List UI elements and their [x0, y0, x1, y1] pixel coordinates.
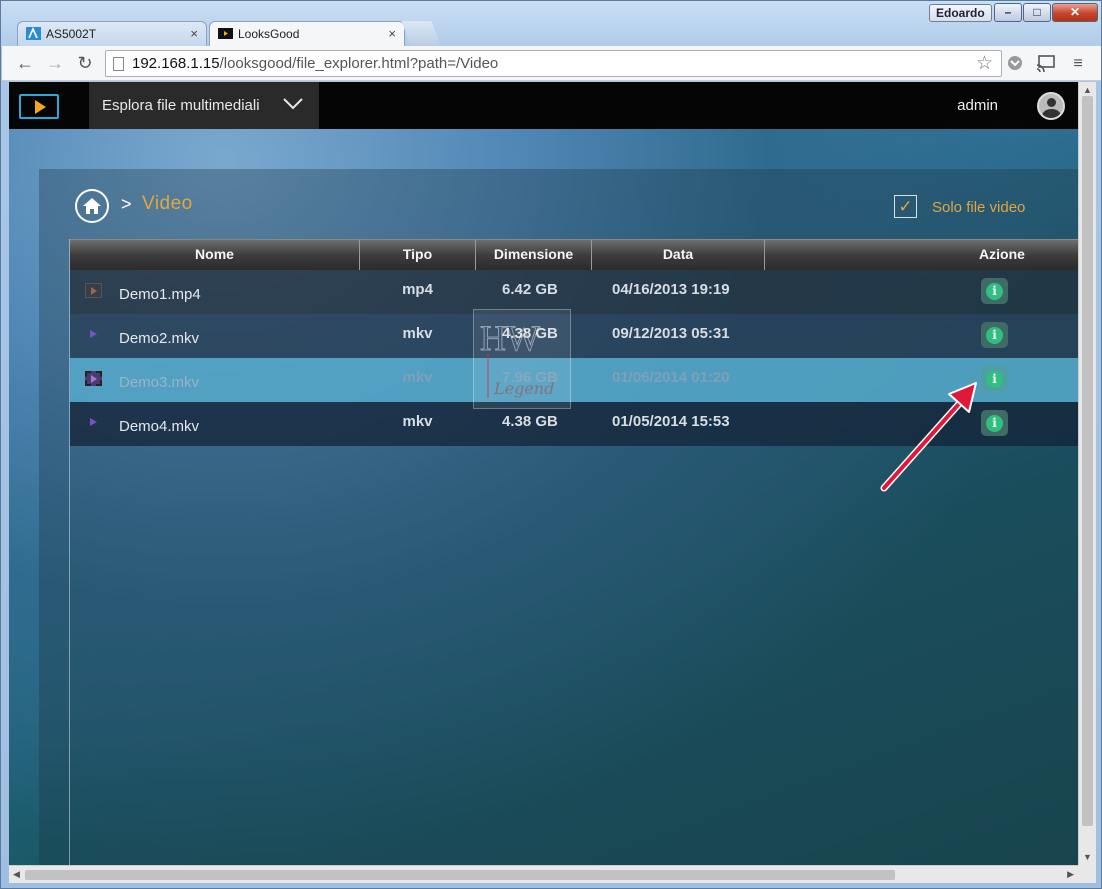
- asustor-icon: [26, 27, 41, 40]
- table-row[interactable]: Demo1.mp4 mp4 6.42 GB 04/16/2013 19:19 i: [70, 270, 1078, 314]
- horizontal-scroll-thumb[interactable]: [25, 870, 895, 880]
- tab-looksgood[interactable]: LooksGood ×: [209, 21, 405, 47]
- close-tab-icon[interactable]: ×: [190, 22, 198, 46]
- video-only-label: Solo file video: [932, 199, 1026, 216]
- info-icon: i: [986, 415, 1003, 432]
- play-icon: [85, 415, 102, 430]
- svg-text:HW: HW: [480, 318, 540, 358]
- info-icon: i: [986, 371, 1003, 388]
- page-icon: [113, 57, 124, 71]
- info-button[interactable]: i: [981, 410, 1008, 436]
- column-header-azione: Azione: [979, 246, 1025, 262]
- file-type: mp4: [402, 281, 433, 298]
- page-viewport: Esplora file multimediali admin > Video …: [9, 82, 1078, 865]
- browser-window: Edoardo – □ ✕ AS5002T × LooksGood × ← → …: [0, 0, 1102, 889]
- tab-label: LooksGood: [238, 27, 300, 41]
- profile-badge[interactable]: Edoardo: [929, 4, 992, 22]
- watermark-logo: HW Legend: [473, 309, 571, 409]
- url-text: 192.168.1.15/looksgood/file_explorer.htm…: [132, 55, 499, 72]
- title-bar: Edoardo – □ ✕ AS5002T × LooksGood ×: [1, 1, 1101, 47]
- column-header-dimensione[interactable]: Dimensione: [476, 240, 592, 270]
- info-button[interactable]: i: [981, 322, 1008, 348]
- file-date: 01/05/2014 15:53: [612, 413, 730, 430]
- column-header-tipo[interactable]: Tipo: [360, 240, 476, 270]
- scroll-up-icon[interactable]: ▲: [1083, 85, 1092, 95]
- breadcrumb-separator: >: [121, 194, 132, 214]
- user-avatar-icon[interactable]: [1037, 92, 1065, 120]
- file-type: mkv: [402, 413, 433, 430]
- back-icon[interactable]: ←: [14, 52, 36, 74]
- file-type: mkv: [402, 369, 433, 386]
- address-bar[interactable]: 192.168.1.15/looksgood/file_explorer.htm…: [105, 50, 1002, 77]
- file-date: 04/16/2013 19:19: [612, 281, 730, 298]
- vertical-scroll-thumb[interactable]: [1082, 96, 1093, 826]
- close-tab-icon[interactable]: ×: [388, 22, 396, 46]
- table-row-selected[interactable]: Demo3.mkv mkv 7.96 GB 01/06/2014 01:20 i: [70, 358, 1078, 402]
- menu-icon[interactable]: ≡: [1068, 54, 1088, 74]
- file-type: mkv: [402, 325, 433, 342]
- extension-icon[interactable]: [1005, 54, 1025, 74]
- info-button[interactable]: i: [981, 366, 1008, 392]
- new-tab-button[interactable]: [401, 21, 441, 46]
- file-name[interactable]: Demo3.mkv: [119, 361, 199, 405]
- tab-as5002t[interactable]: AS5002T ×: [17, 21, 207, 46]
- module-dropdown[interactable]: Esplora file multimediali: [89, 82, 319, 129]
- breadcrumb-current: Video: [142, 193, 193, 214]
- scroll-right-icon[interactable]: ▶: [1067, 869, 1074, 880]
- table-header: Nome Tipo Dimensione Data Azione: [70, 239, 1078, 270]
- video-only-checkbox[interactable]: ✓: [894, 195, 917, 218]
- file-date: 01/06/2014 01:20: [612, 369, 730, 386]
- table-row[interactable]: Demo4.mkv mkv 4.38 GB 01/05/2014 15:53 i: [70, 402, 1078, 446]
- scroll-left-icon[interactable]: ◀: [13, 869, 20, 880]
- vertical-scrollbar[interactable]: ▲ ▼: [1078, 82, 1096, 865]
- file-size: 6.42 GB: [502, 281, 558, 298]
- film-icon: [85, 371, 102, 386]
- play-icon: [85, 327, 102, 342]
- browser-toolbar: ← → ↻ 192.168.1.15/looksgood/file_explor…: [2, 46, 1101, 81]
- file-name[interactable]: Demo1.mp4: [119, 273, 201, 317]
- module-label: Esplora file multimediali: [102, 97, 260, 114]
- info-button[interactable]: i: [981, 278, 1008, 304]
- column-header-data[interactable]: Data: [592, 240, 765, 270]
- maximize-button[interactable]: □: [1023, 3, 1051, 22]
- file-name[interactable]: Demo2.mkv: [119, 317, 199, 361]
- video-file-icon: [85, 283, 102, 298]
- file-name[interactable]: Demo4.mkv: [119, 405, 199, 449]
- info-icon: i: [986, 283, 1003, 300]
- reload-icon[interactable]: ↻: [74, 52, 96, 74]
- username[interactable]: admin: [957, 82, 998, 130]
- scroll-corner: [1078, 865, 1096, 883]
- home-icon[interactable]: [75, 189, 109, 223]
- forward-icon[interactable]: →: [44, 52, 66, 74]
- table-row[interactable]: Demo2.mkv mkv 4.38 GB 09/12/2013 05:31 i: [70, 314, 1078, 358]
- close-window-button[interactable]: ✕: [1052, 3, 1098, 22]
- horizontal-scrollbar[interactable]: ◀ ▶: [9, 865, 1078, 883]
- cast-icon[interactable]: [1036, 54, 1056, 74]
- looksgood-icon: [218, 28, 233, 39]
- file-date: 09/12/2013 05:31: [612, 325, 730, 342]
- file-table: Nome Tipo Dimensione Data Azione Demo1.m…: [69, 239, 1078, 865]
- tab-label: AS5002T: [46, 27, 97, 41]
- minimize-button[interactable]: –: [994, 3, 1022, 22]
- column-header-nome[interactable]: Nome: [70, 240, 360, 270]
- svg-text:Legend: Legend: [493, 379, 554, 398]
- chevron-down-icon: [283, 98, 303, 110]
- looksgood-logo-icon[interactable]: [19, 94, 59, 119]
- file-explorer-panel: > Video ✓ Solo file video Nome Tipo Dime…: [39, 169, 1078, 865]
- scroll-down-icon[interactable]: ▼: [1083, 852, 1092, 862]
- bookmark-star-icon[interactable]: ☆: [976, 52, 993, 75]
- info-icon: i: [986, 327, 1003, 344]
- app-header: Esplora file multimediali admin: [9, 82, 1078, 129]
